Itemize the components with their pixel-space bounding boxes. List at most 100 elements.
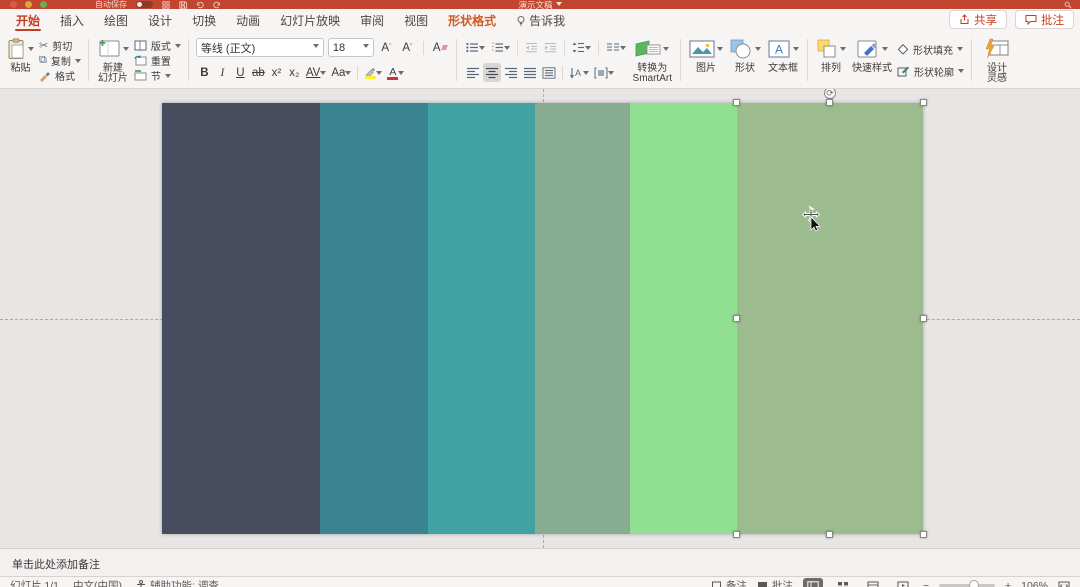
slide-sorter-view-button[interactable] [833,578,853,587]
zoom-level[interactable]: 106% [1021,580,1048,587]
design-ideas-button[interactable]: 设计 灵感 [981,34,1013,86]
tab-transitions[interactable]: 切换 [182,9,226,32]
layout-button[interactable]: 版式 [134,38,181,53]
tab-review[interactable]: 审阅 [350,9,394,32]
line-spacing-button[interactable] [570,38,593,57]
zoom-in-button[interactable]: + [1005,580,1011,587]
align-right-button[interactable] [502,63,520,82]
notes-placeholder: 单击此处添加备注 [12,559,100,571]
tab-draw[interactable]: 绘图 [94,9,138,32]
paste-button[interactable]: 粘贴 [4,34,37,86]
zoom-slider-knob[interactable] [969,580,979,587]
convert-to-smartart-button[interactable]: 转换为 SmartArt [630,34,675,86]
accessibility-icon [137,580,146,587]
tab-insert[interactable]: 插入 [50,9,94,32]
distribute-text-button[interactable] [540,63,558,82]
change-case-button[interactable]: Aa [329,63,353,82]
superscript-button[interactable]: x² [268,63,285,82]
language-indicator[interactable]: 中文(中国) [73,578,122,587]
tab-tell-me[interactable]: 告诉我 [506,9,575,32]
copy-button[interactable]: ⧉ 复制 [39,53,81,68]
notes-panel[interactable]: 单击此处添加备注 [0,548,1080,576]
align-center-button[interactable] [482,63,501,82]
color-stripe-3[interactable] [428,103,535,534]
align-text-button[interactable] [592,63,616,82]
control-divider [561,65,563,80]
color-stripe-6[interactable] [737,103,923,534]
reading-view-button[interactable] [863,578,883,587]
decrease-indent-button[interactable] [523,38,540,57]
shape-outline-button[interactable]: 形状轮廓 [897,64,964,79]
bullets-button[interactable] [464,38,487,57]
tab-slideshow[interactable]: 幻灯片放映 [270,9,350,32]
clear-formatting-button[interactable]: A [431,38,449,57]
grow-font-button[interactable]: Aˆ [378,38,395,57]
color-stripe-5[interactable] [630,103,737,534]
increase-indent-button[interactable] [542,38,559,57]
slideshow-view-button[interactable] [893,578,913,587]
reset-button[interactable]: 重置 [134,53,181,68]
color-stripe-2[interactable] [320,103,428,534]
normal-view-icon [807,580,819,587]
quick-styles-button[interactable]: 快速样式 [849,34,895,86]
tab-design[interactable]: 设计 [138,9,182,32]
font-color-button[interactable]: A [385,63,406,82]
picture-button[interactable]: 图片 [686,34,726,86]
tab-home[interactable]: 开始 [6,9,50,32]
character-spacing-button[interactable]: AV [304,63,329,82]
share-button[interactable]: 共享 [949,10,1007,29]
editing-workspace[interactable]: ⟳ [0,89,1080,548]
zoom-out-button[interactable]: − [923,580,929,587]
chevron-down-icon [584,45,591,53]
chevron-down-icon [376,70,383,78]
shape-fill-button[interactable]: 形状填充 [897,42,964,57]
highlight-color-button[interactable] [362,63,384,82]
textbox-button[interactable]: A 文本框 [764,34,802,86]
color-stripe-1[interactable] [162,103,320,534]
strikethrough-button[interactable]: ab [250,63,267,82]
underline-button[interactable]: U [232,63,249,82]
tab-animations[interactable]: 动画 [226,9,270,32]
notes-toggle[interactable]: 备注 [711,578,747,587]
color-stripe-4[interactable] [535,103,630,534]
arrange-button[interactable]: 排列 [813,34,849,86]
group-divider [455,39,457,81]
font-color-icon: A [387,65,399,80]
tab-view[interactable]: 视图 [394,9,438,32]
fit-slide-icon[interactable] [1058,581,1070,587]
italic-button[interactable]: I [214,63,231,82]
ribbon-tab-bar: 开始 插入 绘图 设计 切换 动画 幻灯片放映 审阅 视图 形状格式 告诉我 共… [0,9,1080,32]
tab-shape-format[interactable]: 形状格式 [438,9,506,32]
new-slide-button[interactable]: 新建 幻灯片 [94,34,132,86]
comments-toggle[interactable]: 批注 [757,578,793,587]
title-chevron-icon[interactable] [555,1,562,9]
numbering-button[interactable] [489,38,512,57]
slide-canvas[interactable]: ⟳ [162,89,927,538]
font-size-select[interactable]: 18 [327,38,374,57]
rotation-handle[interactable]: ⟳ [824,89,836,99]
align-left-button[interactable] [464,63,482,82]
shapes-button[interactable]: 形状 [726,34,764,86]
notes-icon [711,581,721,587]
normal-view-button[interactable] [802,578,823,587]
text-direction-button[interactable]: A [567,63,591,82]
search-icon[interactable] [1064,1,1072,9]
font-family-select[interactable]: 等线 (正文) [195,38,324,57]
justify-button[interactable] [521,63,539,82]
columns-icon [606,43,619,51]
bold-button[interactable]: B [196,63,213,82]
comments-button[interactable]: 批注 [1015,10,1074,29]
numbering-icon [491,42,503,52]
chevron-down-icon [957,69,964,76]
ribbon: 粘贴 ✂ 剪切 ⧉ 复制 格式 新建 幻灯片 版式 重置 节 等线 (正文) 1… [0,32,1080,89]
section-button[interactable]: 节 [134,68,181,83]
chevron-down-icon [478,45,485,53]
format-painter-button[interactable]: 格式 [39,68,81,83]
accessibility-status[interactable]: 辅助功能: 调查 [136,578,219,587]
subscript-button[interactable]: x₂ [286,63,303,82]
cut-button[interactable]: ✂ 剪切 [39,38,81,53]
columns-button[interactable] [604,38,628,57]
line-spacing-icon [572,42,584,53]
shape-outline-icon [897,66,909,77]
shrink-font-button[interactable]: Aˇ [399,38,416,57]
